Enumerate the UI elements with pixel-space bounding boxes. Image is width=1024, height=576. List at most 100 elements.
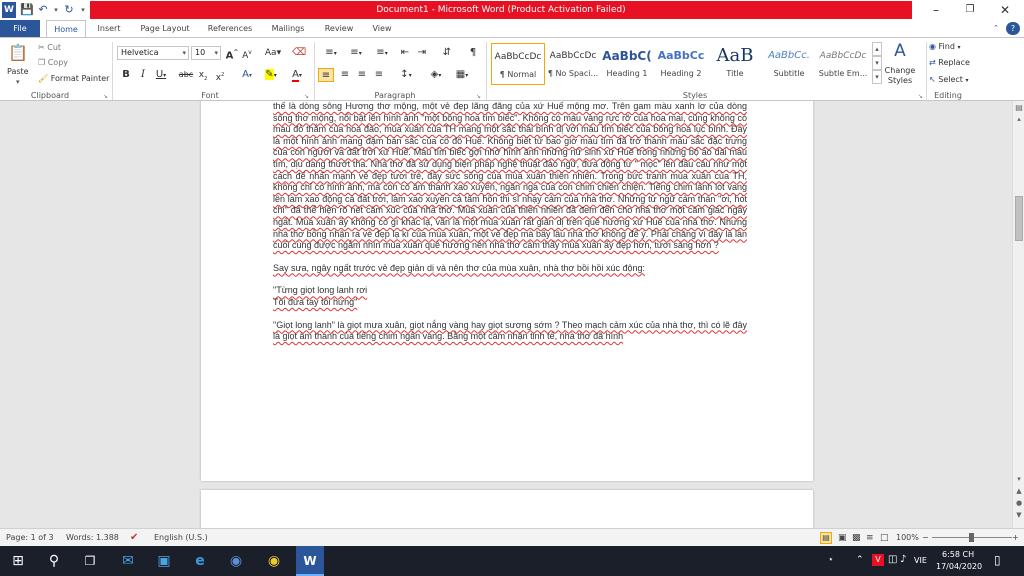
clock-date[interactable]: 17/04/2020	[936, 562, 982, 571]
chrome-icon[interactable]: ◉	[256, 546, 292, 576]
select-browse-object-icon[interactable]: ●	[1014, 499, 1024, 509]
align-center-icon[interactable]: ≡	[338, 68, 352, 82]
show-formatting-marks-icon[interactable]: ¶	[466, 46, 480, 60]
proofing-icon[interactable]: ✔	[130, 529, 138, 547]
edge-icon[interactable]: e	[182, 546, 218, 576]
store-icon[interactable]: ▣	[146, 546, 182, 576]
paste-icon[interactable]: 📋	[8, 42, 28, 64]
tab-home[interactable]: Home	[46, 20, 86, 37]
document-page[interactable]: thế là dòng sông Hương thơ mộng, một vẻ …	[201, 101, 813, 481]
style-subtitle[interactable]: AaBbCc. Subtitle	[762, 43, 816, 85]
style-title[interactable]: AaB Title	[708, 43, 762, 85]
tab-insert[interactable]: Insert	[90, 20, 128, 37]
align-left-icon[interactable]: ≡	[318, 68, 334, 82]
browser-icon[interactable]: ◉	[218, 546, 254, 576]
tab-mailings[interactable]: Mailings	[264, 20, 312, 37]
style-heading-2[interactable]: AaBbCc Heading 2	[654, 43, 708, 85]
outline-icon[interactable]: ≡	[866, 529, 874, 547]
close-icon[interactable]: ✕	[988, 0, 1022, 20]
print-layout-icon[interactable]: ▤	[820, 532, 832, 544]
superscript-icon[interactable]: x2	[214, 68, 226, 83]
align-right-icon[interactable]: ≡	[355, 68, 369, 82]
web-layout-icon[interactable]: ▩	[852, 529, 861, 547]
styles-more-icon[interactable]: ▾	[872, 70, 882, 84]
subscript-icon[interactable]: x2	[197, 68, 209, 82]
decrease-indent-icon[interactable]: ⇤	[398, 46, 412, 60]
italic-icon[interactable]: I	[137, 68, 149, 82]
bullets-icon[interactable]: ≡▾	[320, 46, 342, 60]
format-painter-button[interactable]: 🖌 Format Painter	[38, 73, 109, 85]
tab-view[interactable]: View	[366, 20, 398, 37]
sort-icon[interactable]: ⇵	[440, 46, 454, 60]
increase-indent-icon[interactable]: ⇥	[415, 46, 429, 60]
show-hidden-icons-icon[interactable]: ⌃	[856, 555, 864, 565]
line-spacing-icon[interactable]: ↕▾	[396, 68, 416, 82]
zoom-level[interactable]: 100%	[896, 529, 919, 547]
document-page[interactable]	[201, 490, 813, 528]
paste-dropdown-icon[interactable]: ▾	[16, 76, 20, 88]
borders-icon[interactable]: ▦▾	[452, 68, 472, 82]
style-subtle-emphasis[interactable]: AaBbCcDc Subtle Em...	[816, 43, 870, 85]
clock-time[interactable]: 6:58 CH	[942, 550, 974, 559]
action-center-icon[interactable]: ▯	[994, 553, 1001, 567]
customize-quick-access-icon[interactable]: ▾	[78, 2, 88, 18]
ruler-toggle-icon[interactable]: ▤	[1014, 103, 1024, 115]
unikey-icon[interactable]: V	[872, 554, 884, 566]
font-color-icon[interactable]: A▾	[288, 68, 306, 82]
full-screen-reading-icon[interactable]: ▣	[838, 529, 847, 547]
previous-page-icon[interactable]: ▲	[1014, 487, 1024, 497]
redo-icon[interactable]: ↻	[62, 2, 76, 18]
font-size-combo[interactable]: 10 ▾	[191, 46, 221, 60]
scroll-down-icon[interactable]: ▾	[1014, 475, 1024, 485]
page-count[interactable]: Page: 1 of 3	[6, 529, 54, 547]
word-taskbar-icon[interactable]: W	[296, 546, 324, 576]
help-icon[interactable]: ?	[1006, 22, 1020, 35]
scroll-up-icon[interactable]: ▴	[1014, 115, 1024, 125]
zoom-out-icon[interactable]: −	[922, 529, 929, 547]
change-case-icon[interactable]: Aa▾	[264, 46, 282, 60]
minimize-ribbon-icon[interactable]: ⌃	[990, 20, 1002, 37]
language[interactable]: English (U.S.)	[154, 529, 208, 547]
clear-formatting-icon[interactable]: ⌫	[292, 46, 306, 60]
tab-references[interactable]: References	[202, 20, 258, 37]
zoom-in-icon[interactable]: +	[1012, 529, 1019, 547]
minimize-icon[interactable]: –	[919, 0, 953, 20]
replace-button[interactable]: ⇄ Replace	[929, 57, 970, 69]
bold-icon[interactable]: B	[120, 68, 132, 82]
draft-icon[interactable]: □	[880, 529, 889, 547]
network-icon[interactable]: ◫	[888, 554, 897, 565]
change-styles-icon[interactable]: A	[888, 40, 912, 62]
shading-icon[interactable]: ◈▾	[426, 68, 446, 82]
mail-icon[interactable]: ✉	[110, 546, 146, 576]
restore-icon[interactable]: ❐	[953, 0, 987, 20]
style-no-spacing[interactable]: AaBbCcDc ¶ No Spaci...	[546, 43, 600, 85]
volume-icon[interactable]: ♪	[900, 554, 906, 565]
document-body[interactable]: thế là dòng sông Hương thơ mộng, một vẻ …	[273, 101, 747, 343]
change-styles-button[interactable]: Change Styles	[884, 66, 916, 86]
tab-review[interactable]: Review	[318, 20, 360, 37]
vertical-scrollbar[interactable]: ▤ ▴ ▾ ▲ ● ▼	[1012, 101, 1024, 528]
undo-icon[interactable]: ↶	[36, 2, 50, 18]
cut-button[interactable]: ✂ Cut	[38, 42, 61, 54]
strikethrough-icon[interactable]: abc	[178, 68, 194, 82]
font-name-combo[interactable]: Helvetica ▾	[117, 46, 189, 60]
styles-scroll-down-icon[interactable]: ▾	[872, 56, 882, 70]
windows-start-icon[interactable]: ⊞	[0, 546, 36, 576]
zoom-slider-thumb[interactable]	[969, 533, 974, 542]
underline-icon[interactable]: U▾	[153, 68, 169, 82]
styles-scroll-up-icon[interactable]: ▴	[872, 42, 882, 56]
task-view-icon[interactable]: ❐	[72, 546, 108, 576]
grow-font-icon[interactable]: A^	[225, 46, 239, 61]
tab-page-layout[interactable]: Page Layout	[134, 20, 196, 37]
search-icon[interactable]: ⚲	[36, 546, 72, 576]
text-effects-icon[interactable]: A▾	[238, 68, 256, 82]
find-button[interactable]: ◉ Find ▾	[929, 41, 960, 54]
select-button[interactable]: ↖ Select ▾	[929, 74, 969, 87]
next-page-icon[interactable]: ▼	[1014, 511, 1024, 521]
style-normal[interactable]: AaBbCcDc ¶ Normal	[491, 43, 545, 85]
undo-dropdown-icon[interactable]: ▾	[52, 2, 60, 18]
numbering-icon[interactable]: ≡▾	[345, 46, 367, 60]
multilevel-list-icon[interactable]: ≡▾	[370, 46, 394, 60]
input-language[interactable]: VIE	[914, 556, 927, 565]
shrink-font-icon[interactable]: Av	[240, 46, 254, 61]
